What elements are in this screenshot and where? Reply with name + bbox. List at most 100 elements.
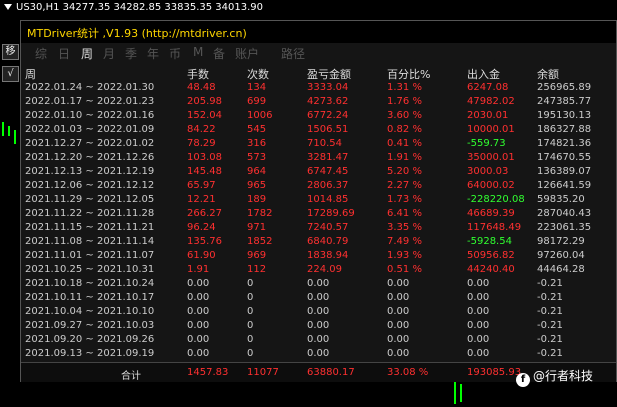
cell-week: 2022.01.10 ~ 2022.01.16 <box>25 110 155 121</box>
check-button[interactable]: √ <box>2 66 19 82</box>
chart-symbol-line: US30,H1 34277.35 34282.85 33835.35 34013… <box>4 2 263 13</box>
cell-week: 2021.12.20 ~ 2021.12.26 <box>25 152 155 163</box>
table-row[interactable]: 2021.12.20 ~ 2021.12.26 103.08 573 3281.47 1… <box>21 152 616 166</box>
table-row[interactable]: 2021.09.13 ~ 2021.09.19 0.00 0 0.00 0.00 0.00… <box>21 348 616 362</box>
cell-hands: 103.08 <box>187 152 222 163</box>
table-row[interactable]: 2021.11.08 ~ 2021.11.14 135.76 1852 6840.79… <box>21 236 616 250</box>
tab-8[interactable]: 备 <box>213 45 225 62</box>
cell-week: 2021.11.29 ~ 2021.12.05 <box>25 194 155 205</box>
table-row[interactable]: 2022.01.24 ~ 2022.01.30 48.48 134 3333.04 1.… <box>21 82 616 96</box>
cell-pct: 0.00 <box>387 334 410 345</box>
cell-pl: 1838.94 <box>307 250 349 261</box>
cell-week: 2022.01.03 ~ 2022.01.09 <box>25 124 155 135</box>
cell-week: 2021.09.13 ~ 2021.09.19 <box>25 348 155 359</box>
tab-6[interactable]: 币 <box>169 45 181 62</box>
column-header-pct[interactable]: 百分比% <box>387 66 430 82</box>
cell-flow: 0.00 <box>467 306 490 317</box>
panel-header[interactable]: MTDriver统计 ,V1.93 (http://mtdriver.cn) <box>21 21 616 43</box>
total-pl: 63880.17 <box>307 367 355 378</box>
cell-hands: 84.22 <box>187 124 216 135</box>
cell-flow: 10000.01 <box>467 124 515 135</box>
table-header-row: 周 手数 次数 盈亏金额 百分比% 出入金 余额 <box>21 66 616 82</box>
column-header-balance[interactable]: 余额 <box>537 66 559 82</box>
cell-pct: 6.41 % <box>387 208 422 219</box>
tab-10[interactable]: 路径 <box>281 45 305 62</box>
tab-2[interactable]: 周 <box>81 45 93 62</box>
cell-flow: 2030.01 <box>467 110 509 121</box>
cell-pl: 3281.47 <box>307 152 349 163</box>
total-pct: 33.08 % <box>387 367 429 378</box>
table-row[interactable]: 2022.01.17 ~ 2022.01.23 205.98 699 4273.62 1… <box>21 96 616 110</box>
cell-hands: 12.21 <box>187 194 216 205</box>
column-header-hands[interactable]: 手数 <box>187 66 209 82</box>
tab-7[interactable]: M <box>193 45 203 59</box>
table-row[interactable]: 2021.11.15 ~ 2021.11.21 96.24 971 7240.57 3.… <box>21 222 616 236</box>
cell-hands: 135.76 <box>187 236 222 247</box>
cell-pct: 0.00 <box>387 292 410 303</box>
table-row[interactable]: 2021.11.29 ~ 2021.12.05 12.21 189 1014.85 1.… <box>21 194 616 208</box>
cell-hands: 0.00 <box>187 348 210 359</box>
column-header-week[interactable]: 周 <box>25 66 36 82</box>
table-row[interactable]: 2021.12.27 ~ 2022.01.02 78.29 316 710.54 0.4… <box>21 138 616 152</box>
cell-week: 2021.10.04 ~ 2021.10.10 <box>25 306 155 317</box>
tab-0[interactable]: 综 <box>35 45 47 62</box>
total-hands: 1457.83 <box>187 367 229 378</box>
cell-pl: 1506.51 <box>307 124 349 135</box>
cell-flow: 0.00 <box>467 320 490 331</box>
cell-pct: 0.00 <box>387 278 410 289</box>
cell-week: 2021.12.06 ~ 2021.12.12 <box>25 180 155 191</box>
cell-pct: 3.60 % <box>387 110 422 121</box>
column-header-count[interactable]: 次数 <box>247 66 269 82</box>
cell-pl: 17289.69 <box>307 208 355 219</box>
cell-pl: 0.00 <box>307 306 330 317</box>
cell-hands: 152.04 <box>187 110 222 121</box>
table-row[interactable]: 2021.10.11 ~ 2021.10.17 0.00 0 0.00 0.00 0.00… <box>21 292 616 306</box>
table-row[interactable]: 2022.01.03 ~ 2022.01.09 84.22 545 1506.51 0.… <box>21 124 616 138</box>
table-row[interactable]: 2021.11.01 ~ 2021.11.07 61.90 969 1838.94 1.… <box>21 250 616 264</box>
table-row[interactable]: 2021.12.13 ~ 2021.12.19 145.48 964 6747.45 5… <box>21 166 616 180</box>
total-count: 11077 <box>247 367 279 378</box>
cell-balance: 174821.36 <box>537 138 592 149</box>
column-header-pl[interactable]: 盈亏金额 <box>307 66 351 82</box>
tab-4[interactable]: 季 <box>125 45 137 62</box>
cell-balance: 59835.20 <box>537 194 585 205</box>
table-row[interactable]: 2021.10.04 ~ 2021.10.10 0.00 0 0.00 0.00 0.00… <box>21 306 616 320</box>
cell-week: 2021.11.22 ~ 2021.11.28 <box>25 208 155 219</box>
column-header-flow[interactable]: 出入金 <box>467 66 500 82</box>
cell-hands: 205.98 <box>187 96 222 107</box>
dropdown-arrow-icon[interactable] <box>4 4 12 10</box>
cell-flow: 64000.02 <box>467 180 515 191</box>
cell-count: 112 <box>247 264 267 275</box>
cell-hands: 0.00 <box>187 292 210 303</box>
cell-flow: 6247.08 <box>467 82 509 93</box>
table-row[interactable]: 2021.10.25 ~ 2021.10.31 1.91 112 224.09 0.51… <box>21 264 616 278</box>
table-row[interactable]: 2021.11.22 ~ 2021.11.28 266.27 1782 17289.6… <box>21 208 616 222</box>
cell-balance: 247385.77 <box>537 96 592 107</box>
cell-flow: 117648.49 <box>467 222 522 233</box>
cell-pl: 1014.85 <box>307 194 349 205</box>
cell-pl: 0.00 <box>307 334 330 345</box>
table-row[interactable]: 2021.09.20 ~ 2021.09.26 0.00 0 0.00 0.00 0.00… <box>21 334 616 348</box>
total-flow: 193085.93 <box>467 367 522 378</box>
cell-week: 2022.01.24 ~ 2022.01.30 <box>25 82 155 93</box>
table-row[interactable]: 2022.01.10 ~ 2022.01.16 152.04 1006 6772.24… <box>21 110 616 124</box>
cell-hands: 0.00 <box>187 334 210 345</box>
cell-pl: 4273.62 <box>307 96 349 107</box>
table-row[interactable]: 2021.12.06 ~ 2021.12.12 65.97 965 2806.37 2.… <box>21 180 616 194</box>
table-row[interactable]: 2021.10.18 ~ 2021.10.24 0.00 0 0.00 0.00 0.00… <box>21 278 616 292</box>
cell-count: 1782 <box>247 208 273 219</box>
tab-3[interactable]: 月 <box>103 45 115 62</box>
tab-9[interactable]: 账户 <box>235 45 259 62</box>
cell-week: 2021.09.27 ~ 2021.10.03 <box>25 320 155 331</box>
cell-count: 189 <box>247 194 267 205</box>
cell-balance: 44464.28 <box>537 264 585 275</box>
cell-pct: 0.00 <box>387 320 410 331</box>
tab-1[interactable]: 日 <box>58 45 70 62</box>
cell-balance: -0.21 <box>537 278 563 289</box>
table-row[interactable]: 2021.09.27 ~ 2021.10.03 0.00 0 0.00 0.00 0.00… <box>21 320 616 334</box>
cell-flow: 0.00 <box>467 278 490 289</box>
cell-hands: 78.29 <box>187 138 216 149</box>
tab-5[interactable]: 年 <box>147 45 159 62</box>
cell-count: 545 <box>247 124 267 135</box>
move-button[interactable]: 移 <box>2 44 19 60</box>
